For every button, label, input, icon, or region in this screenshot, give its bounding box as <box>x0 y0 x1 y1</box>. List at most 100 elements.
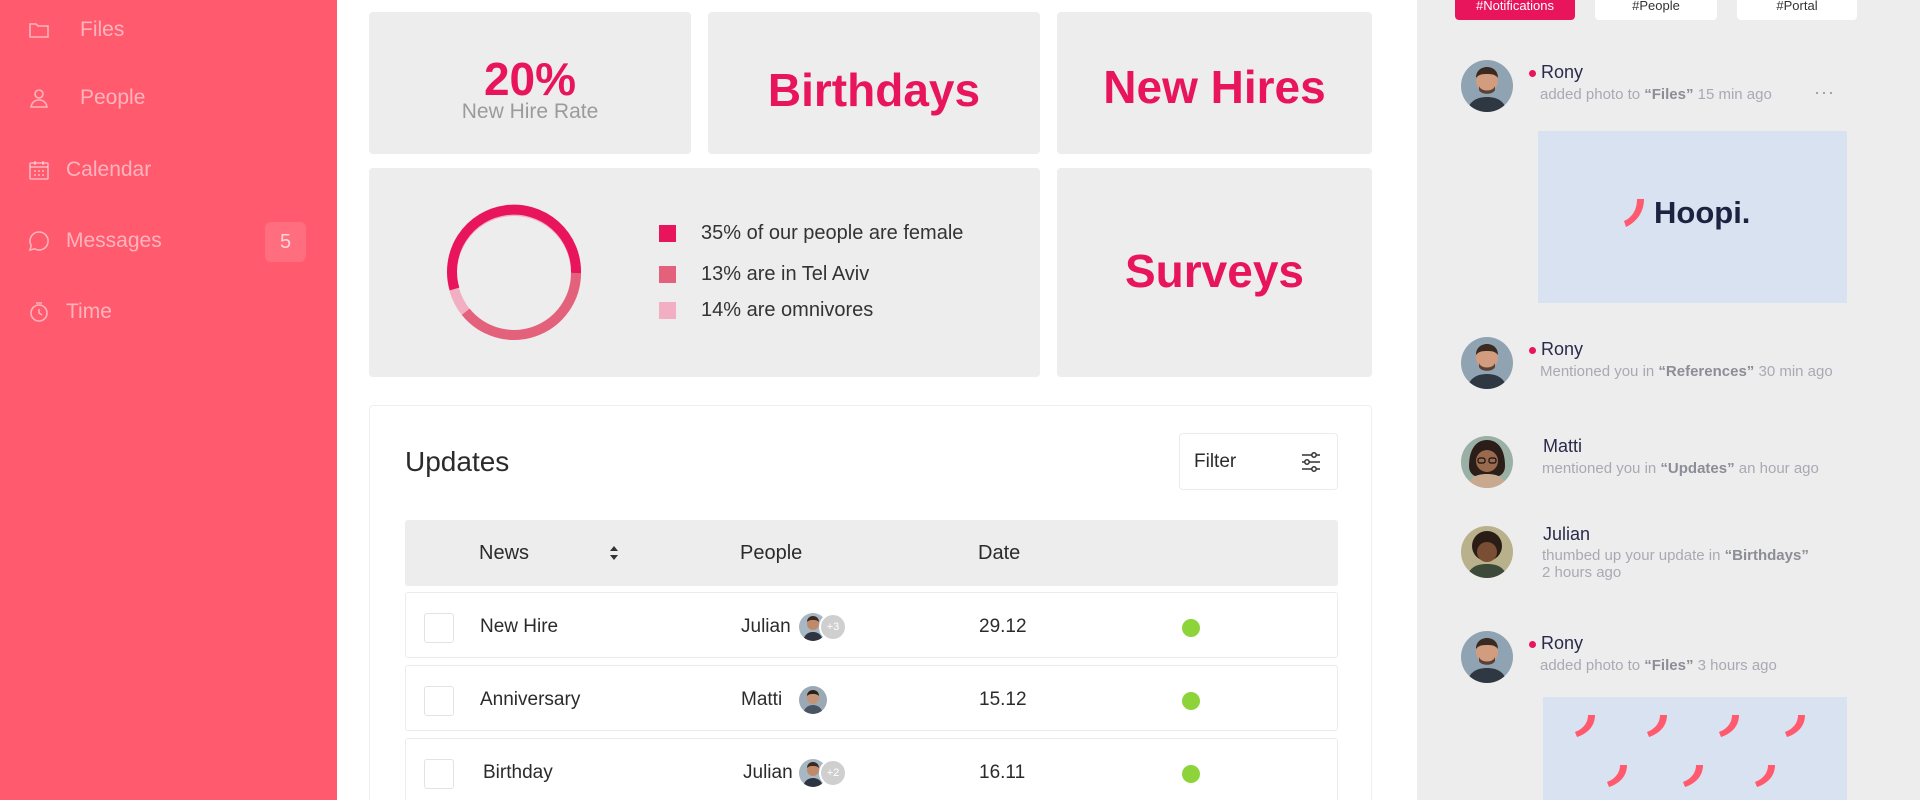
sidebar-item-label: Files <box>80 18 125 41</box>
sidebar-item-people[interactable]: People <box>26 78 145 118</box>
activity-author: Rony <box>1541 62 1584 82</box>
folder-icon <box>26 17 52 43</box>
row-date: 29.12 <box>979 616 1027 637</box>
row-news: Anniversary <box>480 689 581 710</box>
updates-title: Updates <box>405 446 510 477</box>
table-row[interactable]: Birthday Julian +2 16.11 <box>405 738 1338 800</box>
sidebar-item-label: Time <box>66 300 112 323</box>
clock-icon <box>26 299 52 325</box>
updates-panel: Updates Filter News People Date New Hire… <box>369 405 1372 800</box>
legend-item-female: 35% of our people are female <box>659 222 963 245</box>
donut-segment-female <box>447 204 582 291</box>
unread-dot <box>1529 70 1536 77</box>
avatar <box>1461 436 1513 488</box>
legend-swatch <box>659 266 676 283</box>
hoopi-mark-icon <box>1624 199 1644 227</box>
tag-portal[interactable]: #Portal <box>1737 0 1857 20</box>
row-checkbox[interactable] <box>424 613 454 643</box>
more-options-icon[interactable]: ··· <box>1814 82 1835 103</box>
row-person: Julian <box>741 616 791 637</box>
column-header-date: Date <box>978 542 1021 564</box>
filter-button[interactable]: Filter <box>1179 433 1338 490</box>
row-person: Matti <box>741 689 783 710</box>
table-row[interactable]: Anniversary Matti 15.12 <box>405 665 1338 731</box>
new-hire-rate-value: 20% <box>483 53 577 105</box>
status-dot <box>1182 619 1200 637</box>
activity-panel: #Notifications #People #Portal Rony adde… <box>1417 0 1920 800</box>
legend-swatch <box>659 225 676 242</box>
people-stats-card: 35% of our people are female 13% are in … <box>369 168 1040 377</box>
more-people-badge[interactable]: +2 <box>819 759 847 787</box>
filter-label: Filter <box>1194 450 1237 472</box>
activity-text: mentioned you in “Updates” an hour ago <box>1542 460 1819 477</box>
sort-icon[interactable] <box>608 544 620 562</box>
sidebar-item-time[interactable]: Time <box>26 292 112 332</box>
pattern-image-attachment[interactable] <box>1543 697 1847 800</box>
legend-text: 14% are omnivores <box>701 299 874 321</box>
activity-author: Rony <box>1541 339 1584 359</box>
avatar <box>1461 60 1513 112</box>
legend-text: 35% of our people are female <box>701 222 964 244</box>
activity-text: Mentioned you in “References” 30 min ago <box>1540 363 1833 380</box>
status-dot <box>1182 765 1200 783</box>
row-news: Birthday <box>483 762 553 783</box>
avatar <box>1461 526 1513 578</box>
row-checkbox[interactable] <box>424 686 454 716</box>
hoopi-logo: Hoopi. <box>1622 195 1750 231</box>
table-row[interactable]: New Hire Julian +3 29.12 <box>405 592 1338 658</box>
row-date: 15.12 <box>979 689 1027 710</box>
user-icon <box>26 85 52 111</box>
chat-icon <box>26 228 52 254</box>
sidebar-item-label: Calendar <box>66 158 152 181</box>
avatar <box>799 686 827 714</box>
tag-notifications[interactable]: #Notifications <box>1455 0 1575 20</box>
column-header-people: People <box>740 542 803 564</box>
hoopi-logo-text: Hoopi. <box>1654 195 1751 230</box>
activity-author: Matti <box>1543 436 1583 456</box>
new-hire-rate-label: New Hire Rate <box>461 100 599 123</box>
sidebar-item-files[interactable]: Files <box>26 10 124 50</box>
new-hires-title: New Hires <box>1103 61 1326 113</box>
avatar <box>1461 631 1513 683</box>
legend-swatch <box>659 302 676 319</box>
tag-people[interactable]: #People <box>1595 0 1717 20</box>
hoopi-image-attachment[interactable]: Hoopi. <box>1538 131 1847 303</box>
row-person: Julian <box>743 762 793 783</box>
new-hire-rate-card[interactable]: 20% New Hire Rate <box>369 12 691 154</box>
surveys-title: Surveys <box>1124 245 1304 297</box>
calendar-icon <box>26 157 52 183</box>
sliders-icon <box>1302 452 1320 472</box>
activity-author: Rony <box>1541 633 1584 653</box>
birthdays-title: Birthdays <box>767 64 981 116</box>
row-date: 16.11 <box>979 762 1026 783</box>
unread-dot <box>1529 641 1536 648</box>
birthdays-card[interactable]: Birthdays <box>708 12 1040 154</box>
sidebar-item-label: People <box>80 86 146 109</box>
row-news: New Hire <box>480 616 559 637</box>
sidebar-item-calendar[interactable]: Calendar <box>26 150 151 190</box>
table-header: News People Date <box>405 520 1338 586</box>
donut-segment-tel-aviv <box>461 272 581 340</box>
activity-text: added photo to “Files” 3 hours ago <box>1540 657 1777 674</box>
hoopi-pattern <box>1575 715 1805 787</box>
activity-text: thumbed up your update in “Birthdays” <box>1542 547 1809 564</box>
unread-dot <box>1529 347 1536 354</box>
activity-author: Julian <box>1543 524 1591 544</box>
legend-item-omnivores: 14% are omnivores <box>659 299 873 322</box>
sidebar: Files People Calendar Messages 5 Time <box>0 0 337 800</box>
row-checkbox[interactable] <box>424 759 454 789</box>
legend-text: 13% are in Tel Aviv <box>701 263 870 285</box>
activity-text: added photo to “Files” 15 min ago <box>1540 86 1772 103</box>
new-hires-card[interactable]: New Hires <box>1057 12 1372 154</box>
more-people-badge[interactable]: +3 <box>819 613 847 641</box>
people-donut-chart <box>447 204 582 340</box>
column-header-news[interactable]: News <box>479 542 529 565</box>
activity-time: 2 hours ago <box>1542 564 1622 581</box>
legend-item-tel-aviv: 13% are in Tel Aviv <box>659 263 869 286</box>
messages-count-badge: 5 <box>265 222 306 262</box>
avatar <box>1461 337 1513 389</box>
sidebar-item-label: Messages <box>66 229 162 252</box>
status-dot <box>1182 692 1200 710</box>
sidebar-item-messages[interactable]: Messages <box>26 221 162 261</box>
surveys-card[interactable]: Surveys <box>1057 168 1372 377</box>
